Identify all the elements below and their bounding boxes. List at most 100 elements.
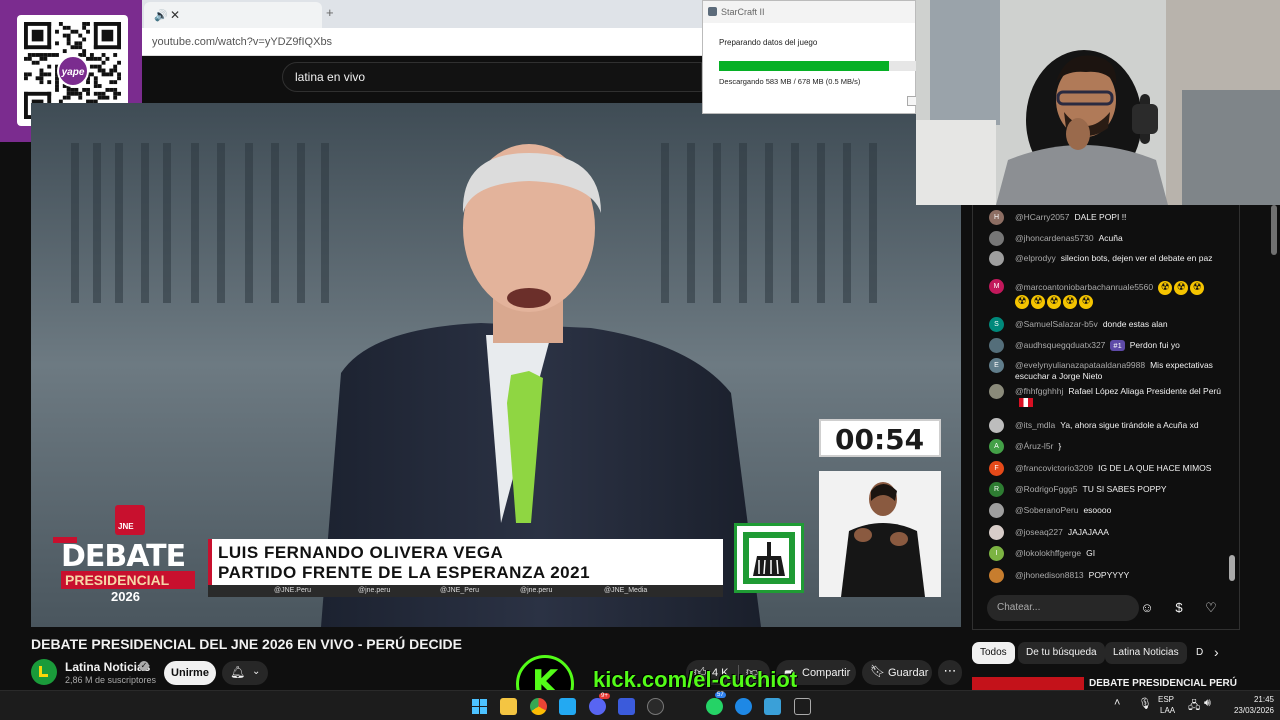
cursor-app-icon[interactable] bbox=[676, 698, 693, 715]
chat-username[interactable]: @its_mdla bbox=[1015, 420, 1055, 430]
save-button[interactable]: 🔖︎ Guardar bbox=[862, 660, 932, 685]
chip-more[interactable]: D bbox=[1188, 642, 1211, 664]
chat-scrollbar[interactable] bbox=[1229, 555, 1235, 581]
chat-text: } bbox=[1058, 441, 1062, 451]
radioactive-emoji-icon: ☢ bbox=[1063, 295, 1077, 309]
channel-avatar[interactable] bbox=[31, 659, 57, 685]
chat-text: Acuña bbox=[1098, 233, 1123, 243]
chat-avatar[interactable]: S bbox=[989, 317, 1004, 332]
whatsapp-icon[interactable]: 57 bbox=[706, 692, 726, 715]
chat-avatar[interactable] bbox=[989, 384, 1004, 399]
page-scrollbar[interactable] bbox=[1271, 205, 1277, 255]
address-text: youtube.com/watch?v=yYDZ9fIQXbs bbox=[152, 36, 333, 48]
discord-icon[interactable]: 9+ bbox=[589, 693, 610, 715]
popup-title: StarCraft II bbox=[721, 7, 765, 17]
chat-message: I @lokolokhffgerge GI bbox=[989, 546, 1221, 561]
file-explorer-icon[interactable] bbox=[500, 698, 517, 715]
radioactive-emoji-icon: ☢ bbox=[1158, 281, 1173, 295]
chat-avatar[interactable]: F bbox=[989, 461, 1004, 476]
chat-username[interactable]: @audhsquegqduatx327 bbox=[1015, 340, 1105, 350]
chrome-icon[interactable] bbox=[530, 698, 547, 715]
youtube-search-input[interactable]: latina en vivo bbox=[282, 62, 702, 92]
lower-third-accent bbox=[208, 539, 212, 585]
chat-avatar[interactable] bbox=[989, 503, 1004, 518]
clock-date[interactable]: 23/03/2026 bbox=[1220, 706, 1274, 715]
chat-message: @elprodyy silecion bots, dejen ver el deb… bbox=[989, 251, 1221, 266]
chat-message-body: @joseaq227 JAJAJAAA bbox=[1015, 525, 1221, 538]
obs-icon[interactable] bbox=[647, 698, 664, 715]
address-bar[interactable]: youtube.com/watch?v=yYDZ9fIQXbs bbox=[140, 28, 702, 56]
jne-label: JNE bbox=[118, 522, 134, 531]
radioactive-emoji-icon: ☢ bbox=[1190, 281, 1205, 295]
chat-message: @jhonedison8813 POPYYYY bbox=[989, 568, 1221, 583]
chat-avatar[interactable]: E bbox=[989, 358, 1004, 373]
chat-avatar[interactable] bbox=[989, 251, 1004, 266]
chip-from-search[interactable]: De tu búsqueda bbox=[1018, 642, 1105, 664]
lower-third: LUIS FERNANDO OLIVERA VEGA PARTIDO FRENT… bbox=[208, 539, 723, 585]
chat-username[interactable]: @Áruz-l5r bbox=[1015, 441, 1053, 451]
chat-avatar[interactable]: M bbox=[989, 279, 1004, 294]
chat-message: @jhoncardenas5730 Acuña bbox=[989, 231, 1221, 246]
chat-username[interactable]: @joseaq227 bbox=[1015, 527, 1063, 537]
chat-avatar[interactable]: A bbox=[989, 439, 1004, 454]
join-button[interactable]: Unirme bbox=[164, 661, 216, 685]
steam-icon[interactable] bbox=[794, 698, 811, 715]
chat-avatar[interactable] bbox=[989, 231, 1004, 246]
heart-icon[interactable]: ♡ bbox=[1202, 599, 1220, 617]
recommended-thumbnail[interactable] bbox=[972, 677, 1084, 691]
chat-message-body: @SamuelSalazar-b5v donde estas alan bbox=[1015, 317, 1221, 330]
interpreter-image bbox=[841, 482, 925, 597]
chat-avatar[interactable]: R bbox=[989, 482, 1004, 497]
chat-username[interactable]: @lokolokhffgerge bbox=[1015, 548, 1081, 558]
speaker-icon[interactable]: 🔊 bbox=[154, 9, 168, 22]
app-blue-icon[interactable] bbox=[618, 698, 635, 715]
clock-time[interactable]: 21:45 bbox=[1226, 695, 1274, 704]
chevron-up-icon[interactable]: ˄ bbox=[1114, 697, 1120, 709]
chat-avatar[interactable]: I bbox=[989, 546, 1004, 561]
chat-avatar[interactable] bbox=[989, 418, 1004, 433]
chat-username[interactable]: @HCarry2057 bbox=[1015, 212, 1069, 222]
chat-message-body: @SoberanoPeru esoooo bbox=[1015, 503, 1221, 516]
microphone-icon[interactable]: 🎙︎ bbox=[1138, 697, 1152, 710]
network-icon[interactable]: 🖧 bbox=[1188, 697, 1200, 716]
photos-icon[interactable] bbox=[764, 698, 781, 715]
more-actions-button[interactable]: ⋯ bbox=[938, 660, 962, 685]
volume-icon[interactable]: 🔊︎ bbox=[1204, 697, 1211, 710]
vscode-icon[interactable] bbox=[559, 698, 576, 715]
notifications-button[interactable]: 🔔︎ ⌄ bbox=[222, 661, 268, 685]
chevron-right-icon[interactable]: › bbox=[1214, 644, 1219, 660]
edge-icon[interactable] bbox=[735, 698, 752, 715]
chat-username[interactable]: @jhoncardenas5730 bbox=[1015, 233, 1094, 243]
language-layout[interactable]: LAA bbox=[1160, 706, 1175, 715]
chip-all[interactable]: Todos bbox=[972, 642, 1015, 664]
debate-timer: 00:54 bbox=[819, 419, 941, 457]
chat-message-body: @jhonedison8813 POPYYYY bbox=[1015, 568, 1221, 581]
social-facebook: @JNE.Peru bbox=[274, 587, 312, 594]
chat-username[interactable]: @jhonedison8813 bbox=[1015, 570, 1084, 580]
chat-username[interactable]: @elprodyy bbox=[1015, 253, 1056, 263]
chat-avatar[interactable] bbox=[989, 568, 1004, 583]
chat-username[interactable]: @francovictorio3209 bbox=[1015, 463, 1093, 473]
chat-username[interactable]: @SamuelSalazar-b5v bbox=[1015, 319, 1098, 329]
chat-username[interactable]: @RodrigoFggg5 bbox=[1015, 484, 1078, 494]
close-tab-icon[interactable]: ✕ bbox=[170, 8, 180, 22]
chat-avatar[interactable] bbox=[989, 525, 1004, 540]
chat-username[interactable]: @marcoantoniobarbachanruale5560 bbox=[1015, 282, 1153, 292]
channel-name[interactable]: Latina Noticias bbox=[65, 660, 150, 674]
super-chat-icon[interactable]: $ bbox=[1170, 599, 1188, 617]
recommended-title[interactable]: DEBATE PRESIDENCIAL PERÚ bbox=[1089, 678, 1237, 689]
chat-input[interactable]: Chatear... bbox=[987, 595, 1139, 621]
chat-avatar[interactable]: H bbox=[989, 210, 1004, 225]
video-player[interactable]: 00:54 JNE DEBATE PRESIDENCIAL 2026 LUIS … bbox=[31, 103, 961, 627]
chip-latina-noticias[interactable]: Latina Noticias bbox=[1105, 642, 1187, 664]
radioactive-emoji-icon: ☢ bbox=[1174, 281, 1189, 295]
chat-username[interactable]: @evelynyulianazapataaldana9988 bbox=[1015, 360, 1145, 370]
chat-username[interactable]: @SoberanoPeru bbox=[1015, 505, 1078, 515]
new-tab-button[interactable]: + bbox=[326, 5, 334, 20]
browser-tab[interactable]: 🔊 ✕ bbox=[144, 2, 322, 28]
chat-avatar[interactable] bbox=[989, 338, 1004, 353]
language-code[interactable]: ESP bbox=[1158, 695, 1174, 704]
emoji-icon[interactable]: ☺ bbox=[1138, 599, 1156, 617]
chat-username[interactable]: @fhhfgghhhj bbox=[1015, 386, 1063, 396]
windows-start-icon[interactable] bbox=[471, 698, 488, 715]
